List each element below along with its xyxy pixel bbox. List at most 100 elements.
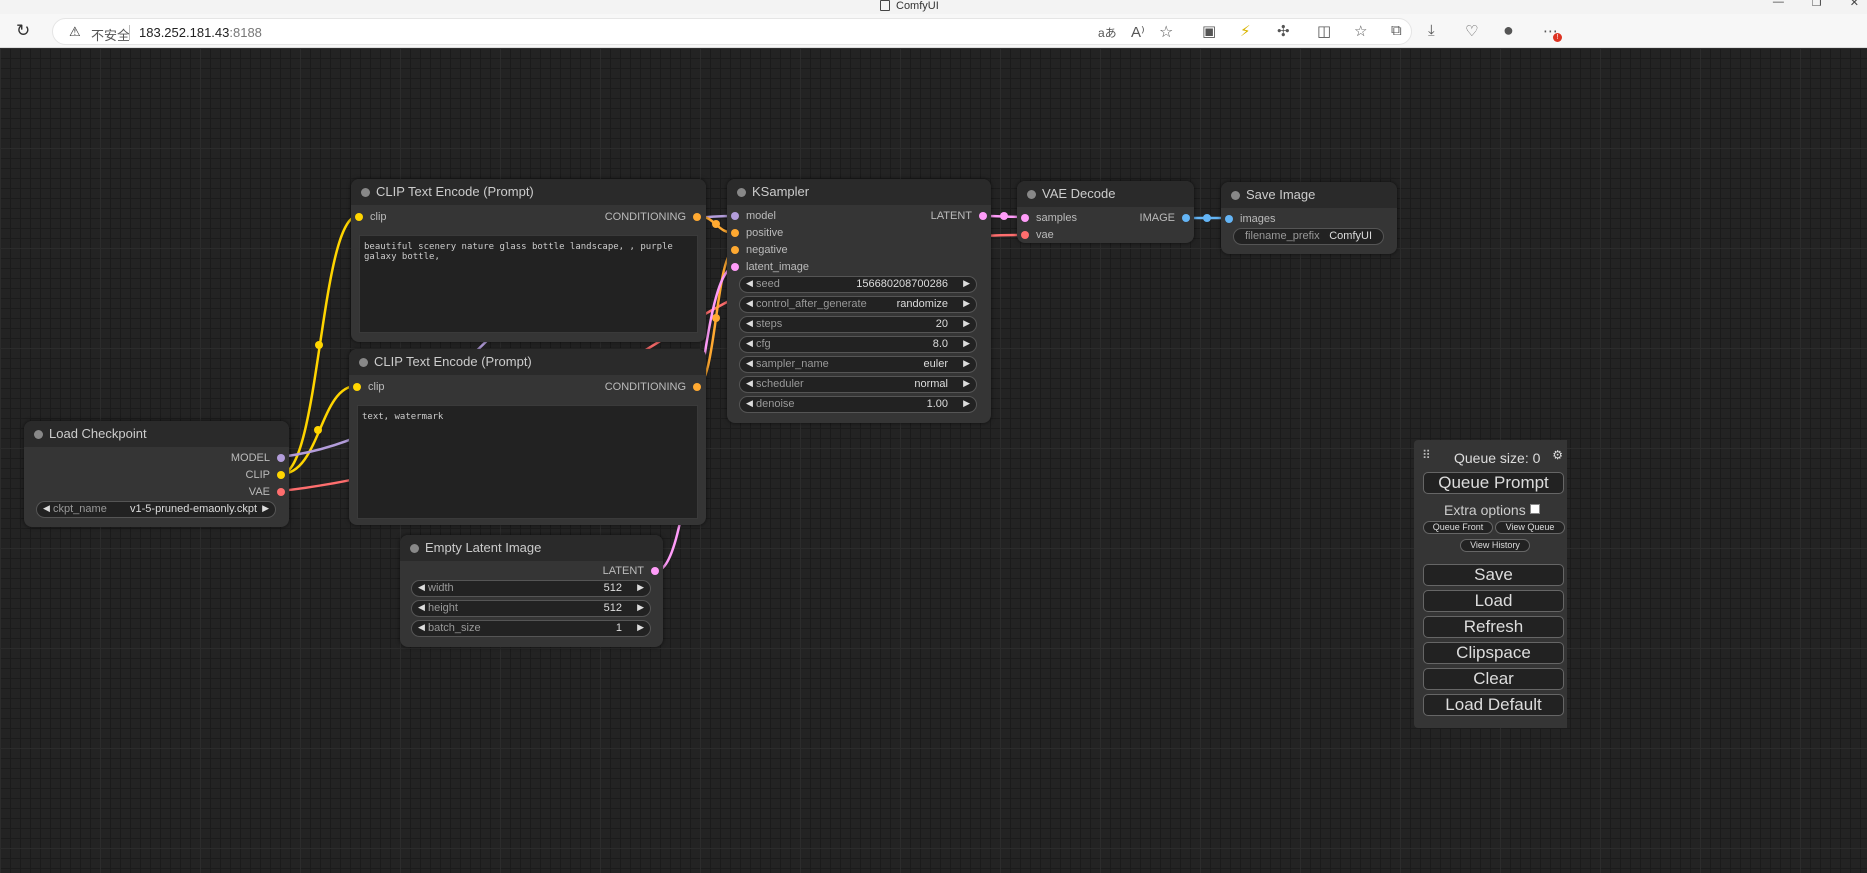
filename-prefix-widget[interactable]: filename_prefix ComfyUI xyxy=(1233,228,1384,245)
favorite-star-icon[interactable]: ☆ xyxy=(1159,22,1173,42)
empty-latent-image-node[interactable]: Empty Latent Image LATENT ◀ width 512 ▶ ◀ he… xyxy=(400,535,663,647)
view-history-button[interactable]: View History xyxy=(1460,539,1530,552)
conditioning-socket-icon[interactable] xyxy=(731,246,739,254)
minimize-button[interactable]: — xyxy=(1773,0,1784,9)
model-socket-icon[interactable] xyxy=(731,212,739,220)
output-conditioning[interactable]: CONDITIONING xyxy=(605,380,701,394)
prompt-textarea[interactable]: text, watermark xyxy=(357,405,698,519)
read-aloud-translate-icon[interactable]: aあ xyxy=(1098,24,1117,41)
clip-text-encode-negative-node[interactable]: CLIP Text Encode (Prompt) clip CONDITION… xyxy=(349,349,706,525)
arrow-right-icon[interactable]: ▶ xyxy=(637,622,644,633)
model-socket-icon[interactable] xyxy=(277,454,285,462)
arrow-left-icon[interactable]: ◀ xyxy=(746,318,753,329)
collapse-dot-icon[interactable] xyxy=(1231,191,1240,200)
input-model[interactable]: model xyxy=(731,209,776,223)
scheduler-widget[interactable]: ◀ scheduler normal ▶ xyxy=(739,376,977,393)
output-latent[interactable]: LATENT xyxy=(931,209,987,223)
batch-size-widget[interactable]: ◀ batch_size 1 ▶ xyxy=(411,620,651,637)
arrow-right-icon[interactable]: ▶ xyxy=(963,278,970,289)
collections-icon[interactable]: ⧉ xyxy=(1391,22,1402,39)
latent-socket-icon[interactable] xyxy=(731,263,739,271)
insecure-label[interactable]: 不安全 xyxy=(91,25,130,44)
height-widget[interactable]: ◀ height 512 ▶ xyxy=(411,600,651,617)
queue-front-button[interactable]: Queue Front xyxy=(1423,521,1493,534)
input-samples[interactable]: samples xyxy=(1021,211,1077,225)
load-button[interactable]: Load xyxy=(1423,590,1564,612)
image-socket-icon[interactable] xyxy=(1182,214,1190,222)
save-image-node[interactable]: Save Image images filename_prefix ComfyU… xyxy=(1221,182,1397,254)
reload-icon[interactable]: ↻ xyxy=(16,21,30,41)
extension-icon[interactable]: ▣ xyxy=(1202,22,1216,40)
extra-options-checkbox[interactable] xyxy=(1529,504,1540,514)
arrow-left-icon[interactable]: ◀ xyxy=(43,503,50,514)
node-header[interactable]: Load Checkpoint xyxy=(24,421,289,447)
steps-widget[interactable]: ◀ steps 20 ▶ xyxy=(739,316,977,333)
drag-handle-icon[interactable]: ⠿ xyxy=(1422,448,1431,462)
clip-socket-icon[interactable] xyxy=(353,383,361,391)
conditioning-socket-icon[interactable] xyxy=(731,229,739,237)
vae-socket-icon[interactable] xyxy=(1021,231,1029,239)
input-negative[interactable]: negative xyxy=(731,243,788,257)
clear-button[interactable]: Clear xyxy=(1423,668,1564,690)
load-default-button[interactable]: Load Default xyxy=(1423,694,1564,716)
performance-icon[interactable]: ♡ xyxy=(1465,22,1478,40)
arrow-left-icon[interactable]: ◀ xyxy=(418,622,425,633)
lightning-extension-icon[interactable]: ⚡ xyxy=(1240,22,1251,40)
arrow-right-icon[interactable]: ▶ xyxy=(963,298,970,309)
collapse-dot-icon[interactable] xyxy=(34,430,43,439)
vae-socket-icon[interactable] xyxy=(277,488,285,496)
arrow-left-icon[interactable]: ◀ xyxy=(746,298,753,309)
latent-socket-icon[interactable] xyxy=(651,567,659,575)
arrow-left-icon[interactable]: ◀ xyxy=(746,278,753,289)
input-clip[interactable]: clip xyxy=(353,380,385,394)
warning-icon[interactable]: ⚠ xyxy=(69,24,81,40)
prompt-textarea[interactable]: beautiful scenery nature glass bottle la… xyxy=(359,235,698,333)
sampler-name-widget[interactable]: ◀ sampler_name euler ▶ xyxy=(739,356,977,373)
close-button[interactable]: ✕ xyxy=(1850,0,1859,9)
clip-text-encode-positive-node[interactable]: CLIP Text Encode (Prompt) clip CONDITION… xyxy=(351,179,706,342)
extensions-puzzle-icon[interactable]: ✣ xyxy=(1277,22,1290,40)
split-screen-icon[interactable]: ◫ xyxy=(1317,22,1331,40)
restore-button[interactable]: ❐ xyxy=(1812,0,1822,9)
clip-socket-icon[interactable] xyxy=(355,213,363,221)
ksampler-node[interactable]: KSampler model positive negative latent_… xyxy=(727,179,991,423)
input-images[interactable]: images xyxy=(1225,212,1275,226)
more-menu-icon[interactable]: ⋯! xyxy=(1543,22,1562,42)
refresh-button[interactable]: Refresh xyxy=(1423,616,1564,638)
arrow-right-icon[interactable]: ▶ xyxy=(637,602,644,613)
output-conditioning[interactable]: CONDITIONING xyxy=(605,210,701,224)
vae-decode-node[interactable]: VAE Decode samples vae IMAGE xyxy=(1017,181,1194,243)
node-header[interactable]: Empty Latent Image xyxy=(400,535,663,561)
arrow-right-icon[interactable]: ▶ xyxy=(963,338,970,349)
arrow-left-icon[interactable]: ◀ xyxy=(418,582,425,593)
control-after-generate-widget[interactable]: ◀ control_after_generate randomize ▶ xyxy=(739,296,977,313)
output-vae[interactable]: VAE xyxy=(249,485,285,499)
output-latent[interactable]: LATENT xyxy=(603,564,659,578)
image-socket-icon[interactable] xyxy=(1225,215,1233,223)
url-text[interactable]: 183.252.181.43:8188 xyxy=(139,25,262,40)
seed-widget[interactable]: ◀ seed 156680208700286 ▶ xyxy=(739,276,977,293)
collapse-dot-icon[interactable] xyxy=(737,188,746,197)
latent-socket-icon[interactable] xyxy=(1021,214,1029,222)
arrow-left-icon[interactable]: ◀ xyxy=(746,338,753,349)
read-aloud-icon[interactable]: A⁾ xyxy=(1131,23,1145,41)
profile-avatar-icon[interactable]: ● xyxy=(1503,20,1514,41)
width-widget[interactable]: ◀ width 512 ▶ xyxy=(411,580,651,597)
node-header[interactable]: CLIP Text Encode (Prompt) xyxy=(351,179,706,205)
arrow-left-icon[interactable]: ◀ xyxy=(418,602,425,613)
collapse-dot-icon[interactable] xyxy=(410,544,419,553)
collapse-dot-icon[interactable] xyxy=(359,358,368,367)
denoise-widget[interactable]: ◀ denoise 1.00 ▶ xyxy=(739,396,977,413)
conditioning-socket-icon[interactable] xyxy=(693,383,701,391)
arrow-right-icon[interactable]: ▶ xyxy=(637,582,644,593)
output-image[interactable]: IMAGE xyxy=(1140,211,1190,225)
save-button[interactable]: Save xyxy=(1423,564,1564,586)
node-header[interactable]: VAE Decode xyxy=(1017,181,1194,207)
arrow-right-icon[interactable]: ▶ xyxy=(963,358,970,369)
node-header[interactable]: CLIP Text Encode (Prompt) xyxy=(349,349,706,375)
arrow-right-icon[interactable]: ▶ xyxy=(963,318,970,329)
input-latent-image[interactable]: latent_image xyxy=(731,260,809,274)
arrow-left-icon[interactable]: ◀ xyxy=(746,378,753,389)
node-header[interactable]: KSampler xyxy=(727,179,991,205)
favorites-icon[interactable]: ☆ xyxy=(1354,22,1367,40)
